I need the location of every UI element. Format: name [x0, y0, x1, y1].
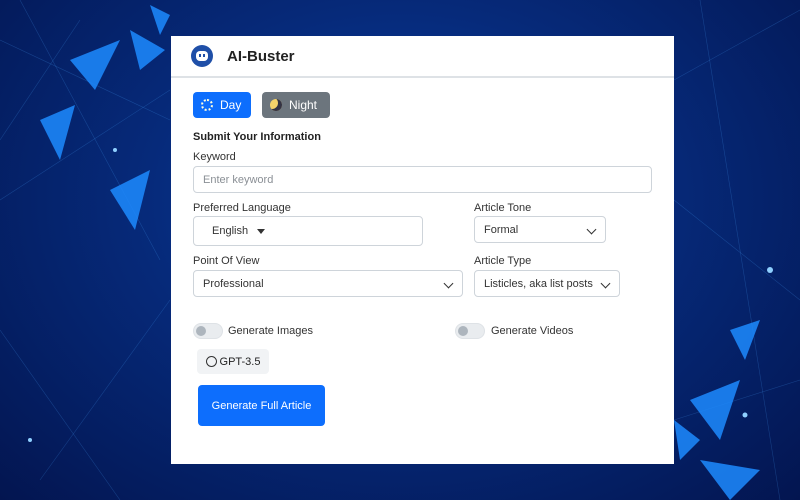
openai-icon: [205, 356, 217, 367]
chevron-down-icon: [600, 278, 611, 289]
generate-images-toggle[interactable]: [193, 323, 223, 339]
article-type-value: Listicles, aka list posts: [484, 277, 593, 290]
pov-value: Professional: [203, 277, 264, 290]
pov-label: Point Of View: [193, 255, 260, 267]
keyword-label: Keyword: [193, 151, 236, 163]
generate-videos-toggle[interactable]: [455, 323, 485, 339]
article-type-select[interactable]: Listicles, aka list posts: [474, 270, 620, 297]
tone-value: Formal: [484, 223, 519, 236]
night-mode-button[interactable]: Night: [262, 92, 330, 118]
tone-select[interactable]: Formal: [474, 216, 606, 243]
panel-header: AI-Buster: [171, 36, 674, 78]
pov-select[interactable]: Professional: [193, 270, 463, 297]
chevron-down-icon: [586, 224, 597, 235]
caret-down-icon: [257, 228, 266, 234]
article-form-panel: AI-Buster Day Night Submit Your Informat…: [171, 36, 674, 464]
model-selector[interactable]: GPT-3.5: [197, 349, 269, 374]
model-label: GPT-3.5: [219, 355, 261, 368]
app-title: AI-Buster: [227, 47, 295, 65]
article-type-label: Article Type: [474, 255, 532, 267]
moon-icon: [270, 99, 282, 111]
night-mode-label: Night: [289, 98, 318, 112]
generate-images-label: Generate Images: [228, 325, 313, 337]
keyword-input[interactable]: Enter keyword: [193, 166, 652, 193]
robot-logo-icon: [191, 45, 213, 67]
generate-article-button[interactable]: Generate Full Article: [198, 385, 325, 426]
language-value: English: [212, 225, 249, 237]
day-mode-label: Day: [220, 98, 242, 112]
language-select[interactable]: English: [193, 216, 423, 246]
tone-label: Article Tone: [474, 202, 532, 214]
sun-icon: [201, 99, 213, 111]
section-title: Submit Your Information: [193, 131, 321, 143]
chevron-down-icon: [443, 278, 454, 289]
day-mode-button[interactable]: Day: [193, 92, 251, 118]
generate-videos-label: Generate Videos: [491, 325, 574, 337]
language-label: Preferred Language: [193, 202, 291, 214]
